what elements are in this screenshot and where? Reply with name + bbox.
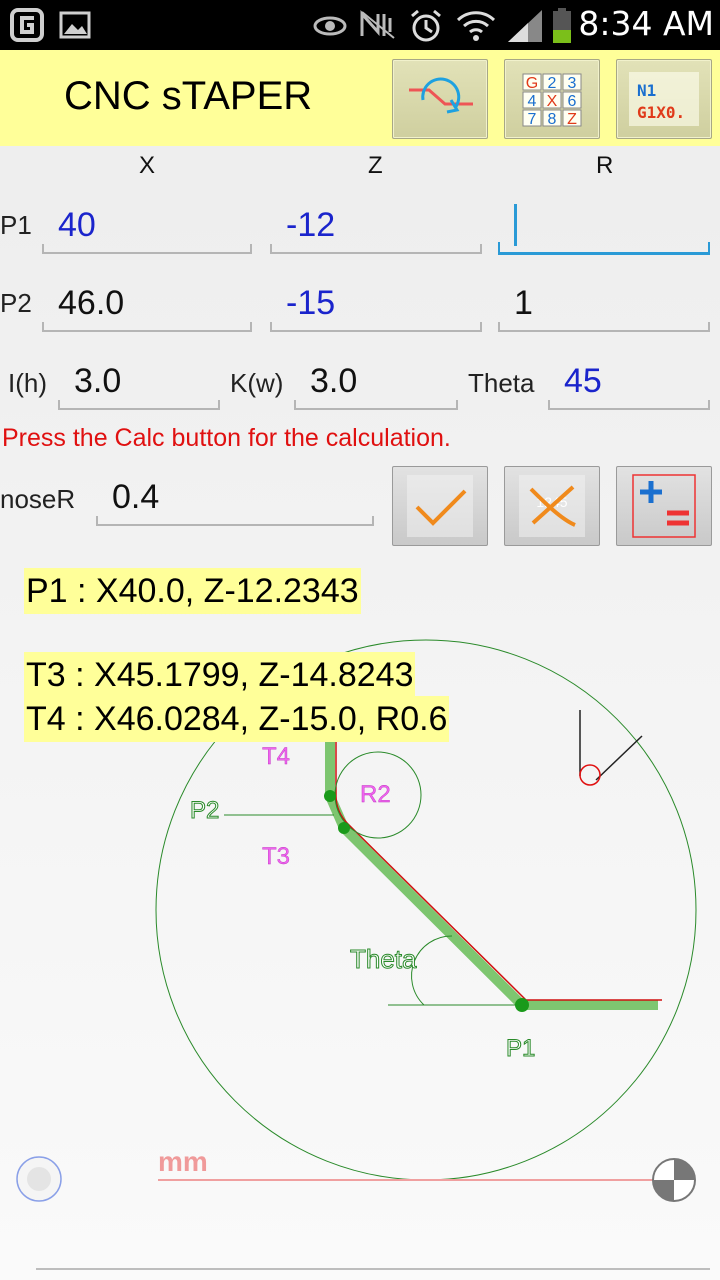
gcode-key-label: 8 bbox=[548, 111, 557, 128]
eye-icon bbox=[313, 16, 347, 36]
i-input[interactable]: 3.0 bbox=[58, 356, 220, 410]
unit-label: mm bbox=[158, 1146, 208, 1177]
clear-icon: 1245 bbox=[519, 475, 585, 537]
gcode-key-label: 7 bbox=[528, 111, 537, 128]
gcode-key-label: 3 bbox=[568, 75, 577, 92]
gcode-key-label: G bbox=[526, 75, 538, 92]
gcode-grid-icon: G 2 3 4 X 6 7 8 Z bbox=[522, 73, 582, 128]
theta-diagram-label: Theta bbox=[350, 944, 417, 974]
t3-label: T3 bbox=[262, 843, 290, 870]
bottom-divider bbox=[36, 1268, 710, 1270]
p1-x-input[interactable]: 40 bbox=[42, 200, 252, 254]
plus-minus-button[interactable] bbox=[616, 466, 712, 546]
wifi-icon bbox=[456, 11, 496, 41]
p1-r-input[interactable] bbox=[498, 200, 710, 255]
k-label: K(w) bbox=[230, 368, 284, 398]
k-input[interactable]: 3.0 bbox=[294, 356, 458, 410]
nose-r-label: noseR bbox=[0, 484, 76, 514]
clock-time: 8:34 AM bbox=[578, 4, 714, 43]
signal-icon bbox=[508, 10, 542, 42]
result-p1: P1 : X40.0, Z-12.2343 bbox=[24, 568, 361, 614]
nose-r-input[interactable]: 0.4 bbox=[96, 472, 374, 526]
zoom-handle[interactable] bbox=[14, 1154, 64, 1204]
p2-z-input[interactable]: -15 bbox=[270, 278, 482, 332]
t4-point bbox=[324, 790, 336, 802]
cutting-tool-icon bbox=[579, 710, 643, 786]
text-cursor bbox=[514, 204, 517, 246]
p2-label: P2 bbox=[0, 288, 32, 318]
origin-marker-icon[interactable] bbox=[650, 1156, 698, 1204]
plus-equals-icon bbox=[632, 474, 696, 538]
gcode-key-label: Z bbox=[567, 111, 577, 128]
column-header-x: X bbox=[139, 152, 156, 179]
alarm-icon bbox=[411, 9, 441, 42]
app-g-icon bbox=[10, 8, 44, 42]
gcode-key-label: 4 bbox=[528, 93, 537, 110]
theta-arc bbox=[411, 935, 453, 1006]
nc-code-icon: N1 G1X0. bbox=[629, 72, 699, 126]
p2-z-value: -15 bbox=[286, 284, 336, 322]
p1-z-value: -12 bbox=[286, 206, 336, 244]
status-bar: 8:34 AM bbox=[0, 0, 720, 50]
p1-diagram-label: P1 bbox=[506, 1035, 535, 1062]
taper-mode-button[interactable] bbox=[392, 59, 488, 139]
check-icon bbox=[407, 475, 473, 537]
p2-x-value: 46.0 bbox=[58, 284, 125, 322]
taper-curve-icon bbox=[409, 77, 473, 114]
battery-icon bbox=[553, 8, 571, 43]
p1-x-value: 40 bbox=[58, 206, 96, 244]
t4-label: T4 bbox=[262, 743, 290, 770]
gallery-icon bbox=[59, 11, 91, 39]
calc-button[interactable] bbox=[392, 466, 488, 546]
status-message: Press the Calc button for the calculatio… bbox=[2, 424, 451, 452]
p1-point bbox=[515, 998, 529, 1012]
i-value: 3.0 bbox=[74, 362, 122, 400]
clear-button[interactable]: 1245 bbox=[504, 466, 600, 546]
p2-diagram-label: P2 bbox=[190, 797, 219, 824]
nc-line2: G1X0. bbox=[637, 103, 685, 122]
taper-diagram: T4 P2 R2 T3 Theta P1 bbox=[155, 639, 697, 1181]
p1-z-input[interactable]: -12 bbox=[270, 200, 482, 254]
theta-label: Theta bbox=[468, 368, 535, 398]
i-label: I(h) bbox=[8, 368, 47, 398]
nc-line1: N1 bbox=[637, 81, 656, 100]
nfc-icon bbox=[360, 10, 395, 39]
gcode-keypad-button[interactable]: G23 4X6 78Z bbox=[504, 59, 600, 139]
r2-label: R2 bbox=[360, 781, 391, 808]
p2-r-value: 1 bbox=[514, 284, 533, 322]
nose-r-value: 0.4 bbox=[112, 478, 160, 516]
theta-value: 45 bbox=[564, 362, 602, 400]
gcode-key-label: 2 bbox=[548, 75, 557, 92]
theta-input[interactable]: 45 bbox=[548, 356, 710, 410]
result-t4: T4 : X46.0284, Z-15.0, R0.6 bbox=[24, 696, 450, 742]
gcode-key-label: 6 bbox=[568, 93, 577, 110]
gcode-key-label: X bbox=[547, 93, 558, 110]
k-value: 3.0 bbox=[310, 362, 358, 400]
t3-point bbox=[338, 822, 350, 834]
column-header-r: R bbox=[596, 152, 614, 179]
p2-x-input[interactable]: 46.0 bbox=[42, 278, 252, 332]
p2-r-input[interactable]: 1 bbox=[498, 278, 710, 332]
column-header-z: Z bbox=[368, 152, 383, 179]
p1-label: P1 bbox=[0, 210, 32, 240]
nc-code-button[interactable]: N1 G1X0. bbox=[616, 59, 712, 139]
app-title: CNC sTAPER bbox=[64, 74, 313, 118]
result-t3: T3 : X45.1799, Z-14.8243 bbox=[24, 652, 416, 698]
app-bar: CNC sTAPER G23 4X6 78Z N1 G1X0. bbox=[0, 50, 720, 146]
